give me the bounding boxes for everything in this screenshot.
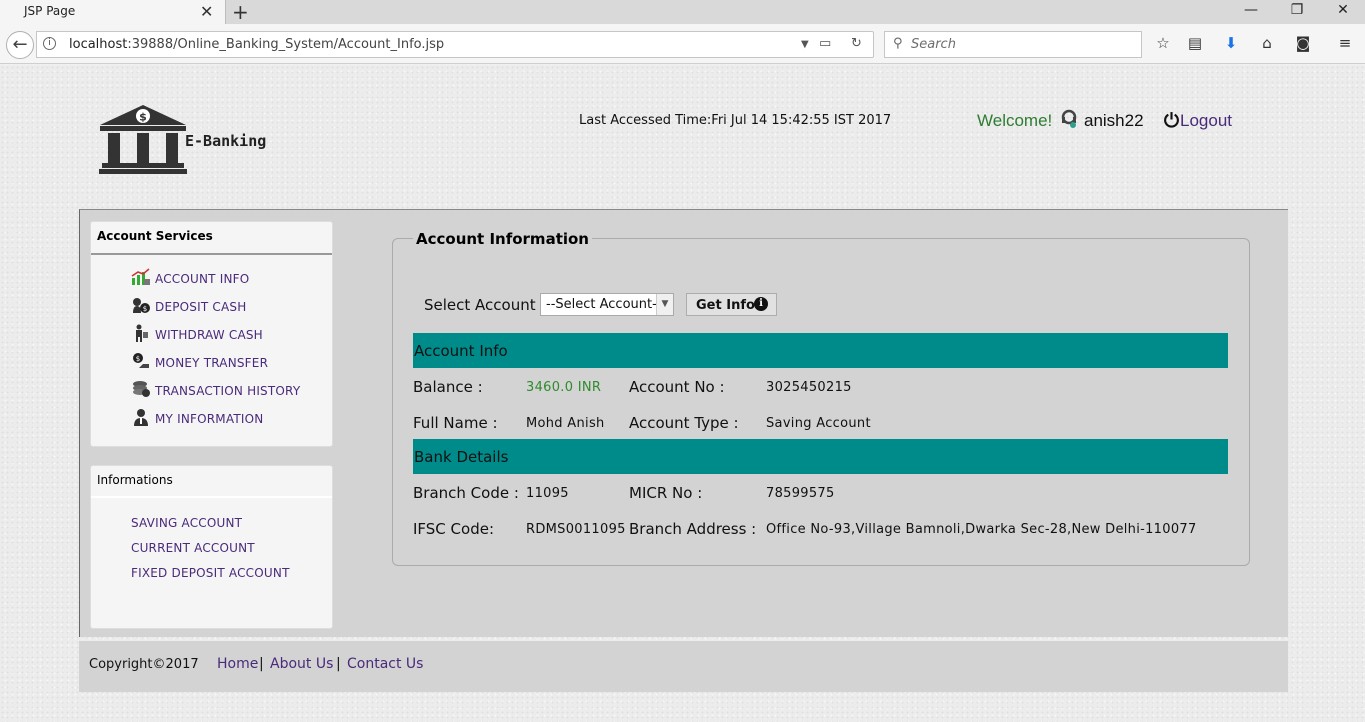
sidebar-item-label: TRANSACTION HISTORY (155, 384, 301, 398)
bank-details-heading: Bank Details (414, 448, 509, 466)
url-text: localhost:39888/Online_Banking_System/Ac… (69, 37, 445, 52)
person-icon (134, 409, 148, 426)
browser-toolbar: ← i localhost:39888/Online_Banking_Syste… (0, 24, 1365, 64)
account-info-heading: Account Info (414, 342, 508, 360)
account-info-header: Account Info (413, 333, 1228, 368)
reload-icon[interactable]: ↻ (851, 36, 862, 51)
account-type-label: Account Type : (629, 414, 739, 432)
branch-address-label: Branch Address : (629, 520, 757, 538)
username: anish22 (1084, 111, 1144, 130)
micr-no-value: 78599575 (766, 486, 835, 501)
chart-money-icon (131, 268, 150, 285)
account-information-legend: Account Information (413, 230, 592, 248)
account-services-title: Account Services (97, 229, 213, 243)
account-type-value: Saving Account (766, 416, 871, 431)
account-services-panel: Account Services ACCOUNT INFO $ DEPOSIT … (90, 221, 333, 447)
close-tab-icon[interactable]: ✕ (200, 2, 213, 21)
copyright-text: Copyright©2017 (89, 657, 199, 672)
svg-text:$: $ (136, 355, 140, 363)
search-placeholder: Search (911, 37, 956, 52)
branch-code-label: Branch Code : (413, 484, 519, 502)
sidebar-item-label: DEPOSIT CASH (155, 300, 247, 314)
ifsc-code-label: IFSC Code: (413, 520, 495, 538)
sidebar-item-label: WITHDRAW CASH (155, 328, 263, 342)
new-tab-icon[interactable]: + (232, 0, 249, 24)
account-information-fieldset: Account Information (392, 230, 1250, 566)
full-name-value: Mohd Anish (526, 416, 605, 431)
last-accessed-time: Last Accessed Time:Fri Jul 14 15:42:55 I… (579, 113, 892, 128)
info-icon: i (754, 297, 768, 311)
footer-separator: | (336, 656, 341, 672)
welcome-text: Welcome! (977, 111, 1053, 130)
get-info-button[interactable]: Get Info i (686, 293, 777, 316)
page-body: $ E-Banking Last Accessed Time:Fri Jul 1… (0, 65, 1365, 722)
sidebar-item-label: ACCOUNT INFO (155, 272, 250, 286)
current-account-link[interactable]: CURRENT ACCOUNT (131, 541, 255, 555)
branch-address-value: Office No-93,Village Bamnoli,Dwarka Sec-… (766, 522, 1197, 537)
get-info-label: Get Info (696, 298, 755, 313)
bookmark-star-icon[interactable]: ☆ (1152, 34, 1174, 52)
restore-icon[interactable]: ❐ (1287, 2, 1307, 18)
footer-home-link[interactable]: Home (217, 656, 258, 672)
browser-tab[interactable]: JSP Page ✕ (0, 0, 226, 25)
close-window-icon[interactable]: ✕ (1333, 2, 1353, 18)
footer-about-us-link[interactable]: About Us (270, 656, 333, 672)
coin-hand-icon: $ (133, 353, 149, 368)
main-content: Account Services ACCOUNT INFO $ DEPOSIT … (79, 209, 1288, 637)
panel-divider (91, 496, 332, 498)
informations-panel: Informations SAVING ACCOUNT CURRENT ACCO… (90, 465, 333, 629)
select-account-label: Select Account (424, 296, 536, 314)
reader-view-icon[interactable]: ▭ (819, 36, 831, 51)
person-money-icon (136, 324, 148, 342)
search-icon: ⚲ (893, 36, 903, 51)
download-icon[interactable]: ⬇ (1220, 34, 1242, 52)
ifsc-code-value: RDMS0011095 (526, 522, 626, 537)
chevron-down-icon: ▼ (656, 294, 673, 315)
account-no-label: Account No : (629, 378, 725, 396)
tab-title: JSP Page (24, 4, 76, 18)
minimize-icon[interactable]: — (1241, 2, 1261, 18)
menu-icon[interactable]: ≡ (1334, 34, 1356, 52)
branch-code-value: 11095 (526, 486, 569, 501)
dropdown-arrow-icon[interactable]: ▼ (801, 39, 809, 50)
informations-title: Informations (97, 473, 173, 487)
address-bar[interactable]: i localhost:39888/Online_Banking_System/… (36, 31, 874, 58)
balance-value: 3460.0 INR (526, 380, 602, 395)
svg-text:$: $ (143, 305, 147, 313)
micr-no-label: MICR No : (629, 484, 703, 502)
footer-contact-us-link[interactable]: Contact Us (347, 656, 423, 672)
bank-logo-icon: $ (99, 105, 187, 174)
panel-divider (91, 253, 332, 255)
user-headset-icon (1061, 109, 1077, 128)
logout-link[interactable]: Logout (1180, 111, 1232, 131)
full-name-label: Full Name : (413, 414, 498, 432)
account-select-value: --Select Account-- (546, 297, 662, 312)
pocket-icon[interactable]: ◙ (1292, 34, 1314, 52)
footer-separator: | (259, 656, 264, 672)
back-arrow-icon[interactable]: ← (6, 31, 34, 59)
fixed-deposit-account-link[interactable]: FIXED DEPOSIT ACCOUNT (131, 566, 290, 580)
site-info-icon[interactable]: i (43, 37, 56, 50)
saving-account-link[interactable]: SAVING ACCOUNT (131, 516, 242, 530)
bank-details-header: Bank Details (413, 439, 1228, 474)
sidebar-item-label: MONEY TRANSFER (155, 356, 269, 370)
coins-stack-icon (133, 381, 150, 397)
money-bag-icon: $ (133, 298, 150, 313)
footer: Copyright©2017 Home | About Us | Contact… (79, 641, 1288, 692)
sidebar-item-label: MY INFORMATION (155, 412, 264, 426)
account-no-value: 3025450215 (766, 380, 852, 395)
account-select[interactable]: --Select Account-- ▼ (540, 293, 674, 316)
power-icon[interactable] (1163, 111, 1180, 128)
logo-text: E-Banking (185, 132, 267, 150)
home-icon[interactable]: ⌂ (1256, 34, 1278, 52)
balance-label: Balance : (413, 378, 483, 396)
search-box[interactable]: ⚲ Search (884, 31, 1142, 58)
bookmarks-list-icon[interactable]: ▤ (1184, 34, 1206, 52)
browser-tab-bar: JSP Page ✕ + — ❐ ✕ (0, 0, 1365, 25)
svg-text:$: $ (139, 111, 147, 124)
